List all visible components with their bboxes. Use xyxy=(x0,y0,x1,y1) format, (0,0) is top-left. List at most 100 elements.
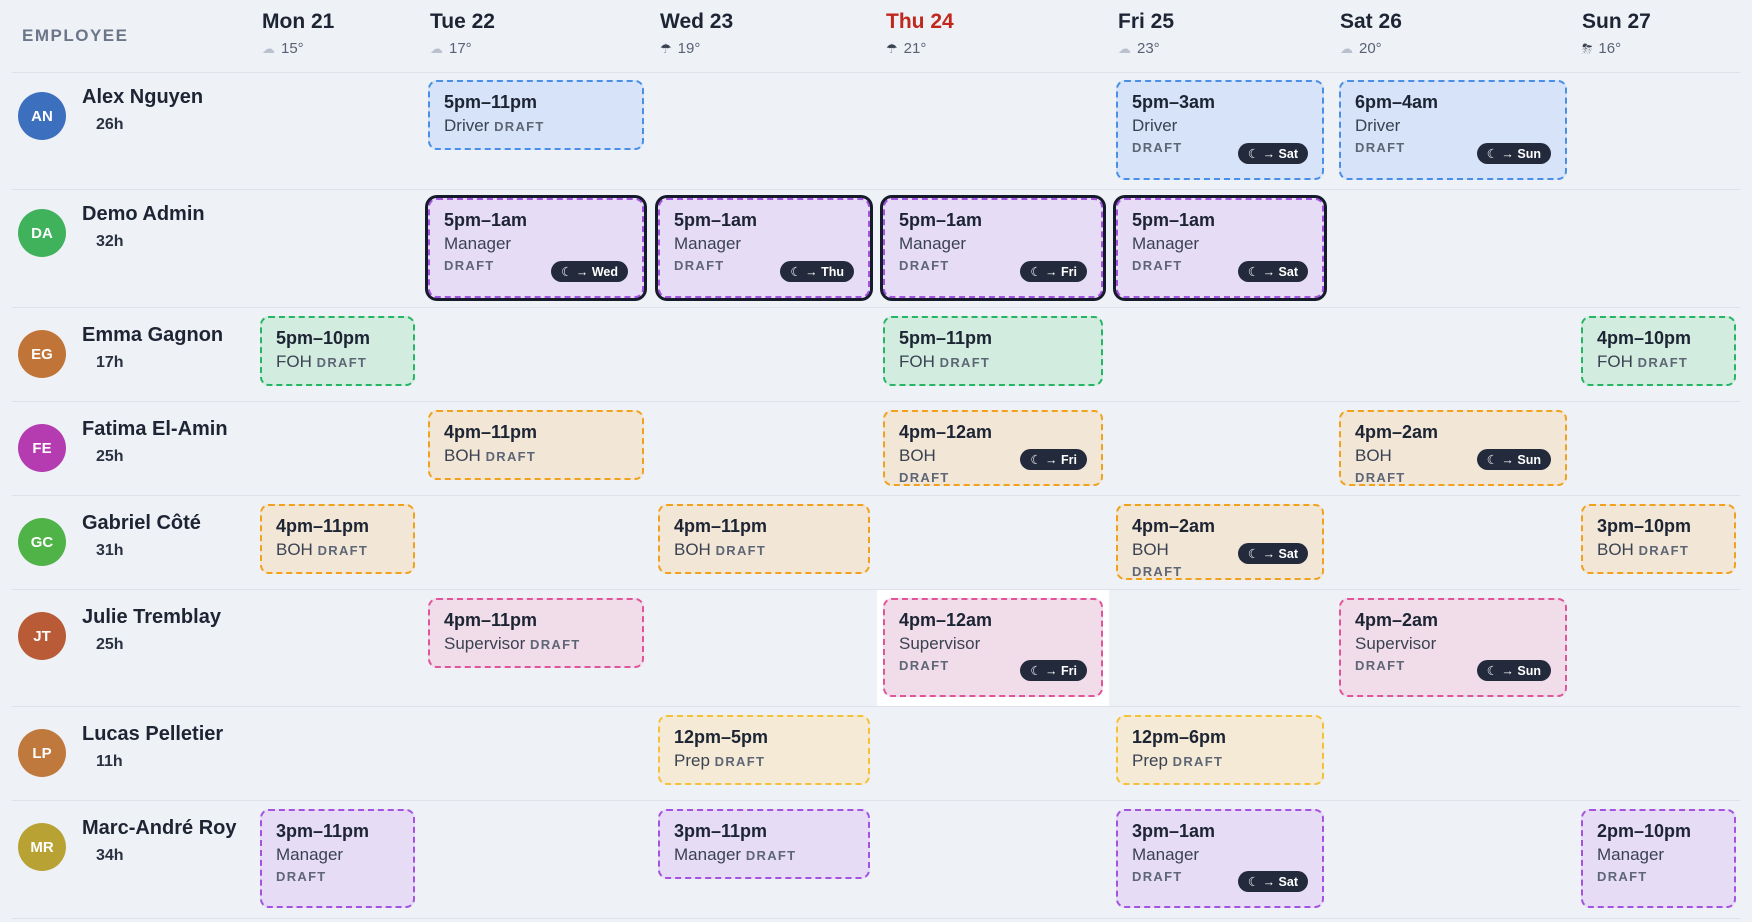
day-header[interactable]: Sat 26 ☁ 20° xyxy=(1340,10,1402,57)
shift-card[interactable]: 4pm–10pm FOH DRAFT xyxy=(1581,316,1736,386)
shift-card[interactable]: 4pm–11pm Supervisor DRAFT xyxy=(428,598,644,668)
weather-forecast: ☁ 17° xyxy=(430,40,495,57)
role-name: Manager xyxy=(1132,845,1200,864)
role-name: Driver xyxy=(444,116,490,135)
shift-card[interactable]: 3pm–11pm Manager DRAFT xyxy=(260,809,415,908)
shift-card[interactable]: 3pm–11pm Manager DRAFT xyxy=(658,809,870,879)
shift-card[interactable]: 5pm–11pm Driver DRAFT xyxy=(428,80,644,150)
shift-card[interactable]: 4pm–2am Supervisor DRAFT ☾ → Sun xyxy=(1339,598,1567,697)
draft-badge: DRAFT xyxy=(316,355,368,370)
temperature: 17° xyxy=(449,40,472,57)
role-name: Supervisor xyxy=(1355,634,1437,653)
employee-name: Lucas Pelletier xyxy=(82,723,224,745)
day-header[interactable]: Wed 23 ☂ 19° xyxy=(660,10,733,57)
shift-card[interactable]: 5pm–11pm FOH DRAFT xyxy=(883,316,1103,386)
shift-time: 3pm–11pm xyxy=(674,821,768,841)
role-name: BOH xyxy=(1132,540,1169,559)
employee-name: Demo Admin xyxy=(82,203,205,225)
moon-icon: ☾ xyxy=(1486,664,1502,678)
shift-time: 5pm–1am xyxy=(899,210,983,230)
shift-role: FOH DRAFT xyxy=(276,352,399,372)
role-name: Prep xyxy=(674,751,710,770)
employee-hours: 25h xyxy=(96,448,124,465)
employee-hours: 34h xyxy=(96,847,124,864)
draft-badge: DRAFT xyxy=(530,637,581,652)
shift-time: 4pm–10pm xyxy=(1597,328,1692,348)
day-header[interactable]: Thu 24 ☂ 21° xyxy=(886,10,954,57)
shift-card[interactable]: 4pm–2am BOH DRAFT ☾ → Sat xyxy=(1116,504,1324,580)
shift-card[interactable]: 4pm–12am BOH DRAFT ☾ → Fri xyxy=(883,410,1103,486)
draft-badge: DRAFT xyxy=(1597,869,1648,884)
shift-time: 3pm–10pm xyxy=(1597,516,1692,536)
role-name: Driver xyxy=(1132,116,1178,135)
overnight-label: → Thu xyxy=(805,265,844,279)
overnight-badge: ☾ → Sat xyxy=(1237,871,1308,892)
employee-hours: 26h xyxy=(96,116,124,133)
shift-time: 5pm–3am xyxy=(1132,92,1216,112)
cloud-icon: ☁ xyxy=(430,40,443,56)
shift-card[interactable]: 3pm–10pm BOH DRAFT xyxy=(1581,504,1736,574)
moon-icon: ☾ xyxy=(561,265,576,279)
role-name: Manager xyxy=(674,845,742,864)
day-header[interactable]: Sun 27 ⛈ 16° xyxy=(1582,10,1651,57)
employee-name: Fatima El-Amin xyxy=(82,418,228,440)
shift-role: Prep DRAFT xyxy=(1132,751,1308,771)
shift-time: 5pm–1am xyxy=(444,210,528,230)
moon-icon: ☾ xyxy=(1030,664,1046,678)
draft-badge: DRAFT xyxy=(939,355,991,370)
day-header[interactable]: Fri 25 ☁ 23° xyxy=(1118,10,1174,57)
shift-time: 4pm–12am xyxy=(899,610,993,630)
role-name: BOH xyxy=(1355,446,1392,465)
weather-forecast: ☁ 20° xyxy=(1340,40,1402,57)
row-divider xyxy=(12,401,1740,402)
shift-role: FOH DRAFT xyxy=(1597,352,1720,372)
shift-time: 2pm–10pm xyxy=(1597,821,1692,841)
employee-hours: 11h xyxy=(96,753,123,770)
shift-role: Manager xyxy=(1132,845,1308,865)
temperature: 15° xyxy=(281,40,304,57)
shift-card[interactable]: 2pm–10pm Manager DRAFT xyxy=(1581,809,1736,908)
shift-role: Manager xyxy=(899,234,1087,254)
overnight-badge: ☾ → Sat xyxy=(1237,261,1308,282)
shift-card[interactable]: 3pm–1am Manager DRAFT ☾ → Sat xyxy=(1116,809,1324,908)
shift-time: 4pm–11pm xyxy=(674,516,768,536)
shift-card[interactable]: 6pm–4am Driver DRAFT ☾ → Sun xyxy=(1339,80,1567,180)
day-label: Thu 24 xyxy=(886,10,954,33)
shift-time: 5pm–11pm xyxy=(444,92,538,112)
shift-card[interactable]: 4pm–11pm BOH DRAFT xyxy=(658,504,870,574)
employee-column-header: EMPLOYEE xyxy=(22,26,129,45)
cloud-icon: ☁ xyxy=(1340,40,1353,56)
shift-card[interactable]: 4pm–11pm BOH DRAFT xyxy=(428,410,644,480)
draft-badge: DRAFT xyxy=(1172,754,1224,769)
shift-card[interactable]: 5pm–1am Manager DRAFT ☾ → Sat xyxy=(1116,198,1324,298)
shift-role: FOH DRAFT xyxy=(899,352,1087,372)
shift-card[interactable]: 5pm–1am Manager DRAFT ☾ → Fri xyxy=(883,198,1103,298)
role-name: FOH xyxy=(1597,352,1633,371)
day-header[interactable]: Mon 21 ☁ 15° xyxy=(262,10,334,57)
overnight-label: → Sat xyxy=(1262,147,1298,161)
overnight-badge: ☾ → Sat xyxy=(1237,543,1308,564)
moon-icon: ☾ xyxy=(1030,265,1046,279)
temperature: 19° xyxy=(677,40,701,57)
shift-card[interactable]: 5pm–1am Manager DRAFT ☾ → Wed xyxy=(428,198,644,298)
shift-card[interactable]: 12pm–6pm Prep DRAFT xyxy=(1116,715,1324,785)
role-name: BOH xyxy=(444,446,481,465)
overnight-label: → Fri xyxy=(1045,664,1077,678)
shift-card[interactable]: 4pm–2am BOH DRAFT ☾ → Sun xyxy=(1339,410,1567,486)
shift-card[interactable]: 4pm–12am Supervisor DRAFT ☾ → Fri xyxy=(883,598,1103,697)
role-name: Manager xyxy=(276,845,344,864)
employee-name: Marc-André Roy xyxy=(82,817,237,839)
day-header[interactable]: Tue 22 ☁ 17° xyxy=(430,10,495,57)
shift-time: 5pm–10pm xyxy=(276,328,371,348)
shift-card[interactable]: 5pm–3am Driver DRAFT ☾ → Sat xyxy=(1116,80,1324,180)
moon-icon: ☾ xyxy=(1486,147,1502,161)
draft-badge: DRAFT xyxy=(1637,355,1689,370)
shift-card[interactable]: 5pm–1am Manager DRAFT ☾ → Thu xyxy=(658,198,870,298)
draft-badge: DRAFT xyxy=(1638,543,1690,558)
shift-card[interactable]: 12pm–5pm Prep DRAFT xyxy=(658,715,870,785)
shift-card[interactable]: 5pm–10pm FOH DRAFT xyxy=(260,316,415,386)
shift-card[interactable]: 4pm–11pm BOH DRAFT xyxy=(260,504,415,574)
shift-role: Driver DRAFT xyxy=(444,116,628,136)
employee-name: Julie Tremblay xyxy=(82,606,221,628)
shift-time: 4pm–11pm xyxy=(444,422,538,442)
